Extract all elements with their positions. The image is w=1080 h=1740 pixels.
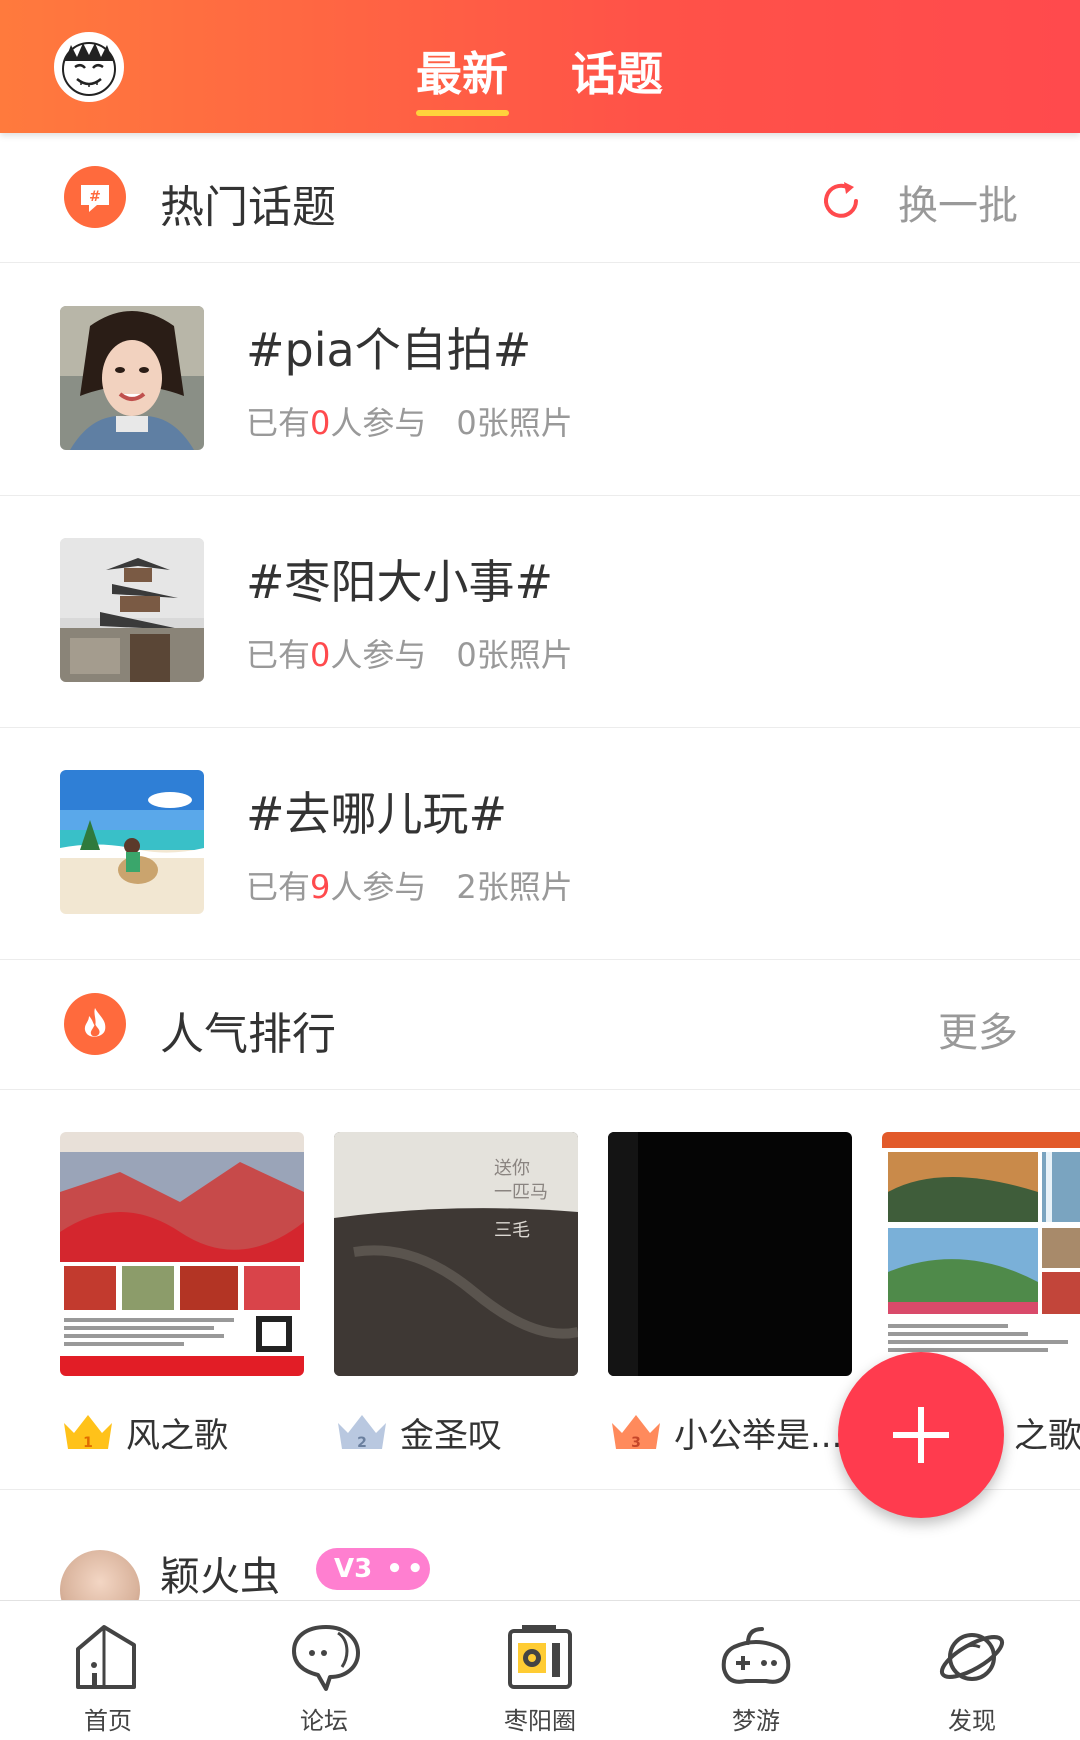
ranking-image	[608, 1132, 852, 1376]
badge-dots-icon: ••	[386, 1554, 428, 1584]
participants-suffix: 人参与	[330, 404, 427, 442]
participant-count: 0	[310, 404, 331, 442]
ranking-username: 之歌	[1014, 1416, 1080, 1456]
nav-dream-travel[interactable]: 梦游	[648, 1601, 864, 1740]
ranking-username: 金圣叹	[400, 1416, 502, 1456]
participant-count: 9	[310, 868, 331, 906]
svg-text:#: #	[89, 189, 101, 205]
bottom-navigation: 首页 论坛 枣阳圈 梦游 发现	[0, 1600, 1080, 1740]
topic-thumbnail	[60, 770, 204, 914]
ranking-card[interactable]: 送你 一匹马 三毛	[334, 1132, 578, 1376]
ranking-image: 送你 一匹马 三毛	[334, 1132, 578, 1376]
hot-topics-header: # 热门话题 换一批	[0, 133, 1080, 263]
refresh-icon[interactable]	[818, 178, 864, 224]
camera-circle-icon	[508, 1625, 572, 1689]
ranking-username: 小公举是...	[674, 1416, 843, 1456]
ranking-user[interactable]: 3 小公举是...	[608, 1408, 842, 1457]
ranking-header: 人气排行 更多	[0, 960, 1080, 1090]
ranking-image	[60, 1132, 304, 1376]
active-tab-indicator	[416, 110, 509, 116]
topic-title: #枣阳大小事#	[246, 555, 554, 609]
topic-title: #pia个自拍#	[246, 323, 532, 377]
nav-home[interactable]: 首页	[0, 1601, 216, 1740]
refresh-topics-button[interactable]: 换一批	[898, 173, 1018, 231]
ranking-user[interactable]: 2 金圣叹	[334, 1408, 502, 1457]
ranking-card[interactable]	[60, 1132, 304, 1376]
ranking-image	[882, 1132, 1080, 1376]
topic-item[interactable]: #枣阳大小事# 已有0人参与 0张照片	[0, 496, 1080, 728]
topic-thumbnail	[60, 538, 204, 682]
nav-label: 梦游	[732, 1707, 780, 1735]
tab-topics[interactable]: 话题	[571, 38, 663, 104]
topic-stats: 已有9人参与 2张照片	[246, 862, 573, 908]
nav-label: 首页	[84, 1707, 132, 1735]
participants-prefix: 已有	[246, 868, 311, 906]
vip-level: V3	[334, 1554, 373, 1584]
ranking-title: 人气排行	[160, 1009, 336, 1060]
nav-circle[interactable]: 枣阳圈	[432, 1601, 648, 1740]
post-author-name: 颖火虫	[160, 1554, 280, 1600]
ranking-user[interactable]: 1 风之歌	[60, 1408, 228, 1457]
home-icon	[76, 1625, 136, 1689]
gamepad-icon	[721, 1627, 791, 1684]
rank-number: 2	[357, 1435, 367, 1451]
vip-level-badge: V3 ••	[316, 1548, 430, 1590]
topic-thumbnail	[60, 306, 204, 450]
ranking-username: 风之歌	[126, 1416, 228, 1456]
create-post-button[interactable]	[838, 1352, 1004, 1518]
nav-label: 论坛	[300, 1707, 348, 1735]
nav-label: 发现	[948, 1707, 996, 1735]
planet-icon	[939, 1633, 1005, 1681]
nav-discover[interactable]: 发现	[864, 1601, 1080, 1740]
more-ranking-button[interactable]: 更多	[938, 1000, 1018, 1058]
topic-stats: 已有0人参与 0张照片	[246, 398, 573, 444]
top-tabs: 最新 话题	[0, 0, 1080, 133]
book-text: 一匹马	[494, 1182, 548, 1203]
ranking-card[interactable]	[882, 1132, 1080, 1376]
silver-crown-icon: 2	[338, 1414, 386, 1451]
photo-count: 0张照片	[456, 636, 573, 674]
ranking-card[interactable]	[608, 1132, 852, 1376]
topic-stats: 已有0人参与 0张照片	[246, 630, 573, 676]
photo-count: 2张照片	[456, 868, 573, 906]
photo-count: 0张照片	[456, 404, 573, 442]
bronze-crown-icon: 3	[612, 1414, 660, 1451]
nav-label: 枣阳圈	[504, 1707, 576, 1735]
participants-suffix: 人参与	[330, 868, 427, 906]
participants-prefix: 已有	[246, 404, 311, 442]
plus-icon	[893, 1407, 949, 1463]
flame-icon	[64, 993, 126, 1055]
gold-crown-icon: 1	[64, 1414, 112, 1451]
participants-suffix: 人参与	[330, 636, 427, 674]
topic-item[interactable]: #去哪儿玩# 已有9人参与 2张照片	[0, 728, 1080, 960]
topic-item[interactable]: #pia个自拍# 已有0人参与 0张照片	[0, 264, 1080, 496]
rank-number: 1	[83, 1435, 93, 1451]
tab-latest[interactable]: 最新	[416, 38, 508, 104]
chat-bubbles-icon	[292, 1625, 360, 1691]
participants-prefix: 已有	[246, 636, 311, 674]
top-app-bar: 最新 话题	[0, 0, 1080, 133]
nav-forum[interactable]: 论坛	[216, 1601, 432, 1740]
topic-title: #去哪儿玩#	[246, 787, 508, 841]
participant-count: 0	[310, 636, 331, 674]
hot-topics-title: 热门话题	[160, 182, 336, 233]
book-text: 三毛	[494, 1220, 530, 1241]
hashtag-bubble-icon: #	[64, 166, 126, 228]
book-text: 送你	[494, 1158, 530, 1179]
ranking-user[interactable]: 之歌	[1014, 1408, 1080, 1457]
rank-number: 3	[631, 1435, 641, 1451]
